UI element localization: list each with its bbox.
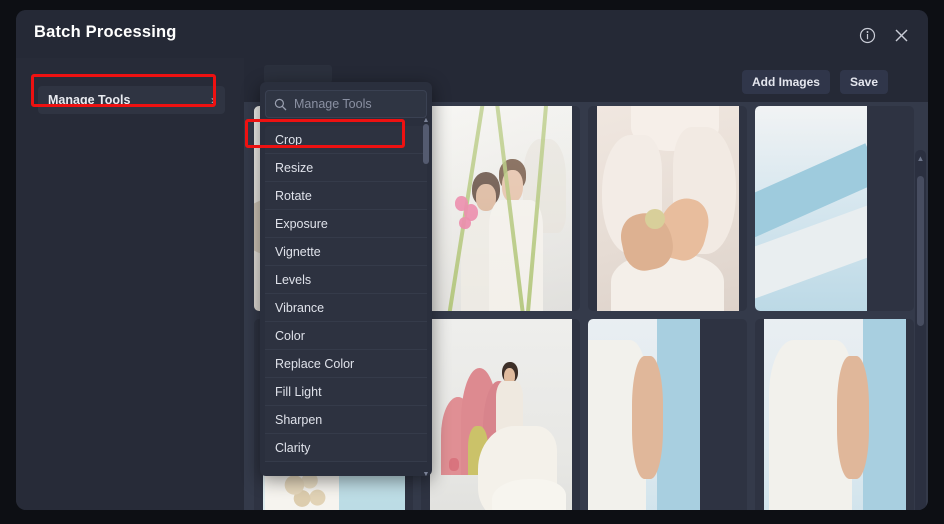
tool-item-resize[interactable]: Resize <box>265 154 427 182</box>
tools-list-scrollbar[interactable]: ▲ ▼ <box>422 117 430 477</box>
grid-item[interactable] <box>755 319 914 510</box>
info-circle-icon[interactable] <box>856 24 878 46</box>
tool-item-vibrance[interactable]: Vibrance <box>265 294 427 322</box>
tool-item-sharpen[interactable]: Sharpen <box>265 406 427 434</box>
tool-item-rotate[interactable]: Rotate <box>265 182 427 210</box>
dialog-titlebar: Batch Processing <box>16 10 928 58</box>
close-x-icon[interactable] <box>890 24 912 46</box>
thumbnail-image <box>588 319 700 510</box>
screen-root: Batch Processing Manage Tools › Add Imag… <box>0 0 944 524</box>
tools-search-row[interactable]: ✕ <box>265 90 432 118</box>
tool-item-color[interactable]: Color <box>265 322 427 350</box>
manage-tools-label: Manage Tools <box>48 93 131 107</box>
dialog-body: Manage Tools › Add Images Save ▲ <box>16 58 928 510</box>
save-button[interactable]: Save <box>839 70 888 94</box>
scroll-up-icon[interactable]: ▲ <box>915 152 926 164</box>
grid-item[interactable] <box>421 106 580 311</box>
tool-item-vignette[interactable]: Vignette <box>265 238 427 266</box>
tool-item-exposure[interactable]: Exposure <box>265 210 427 238</box>
tools-scrollbar-thumb[interactable] <box>423 124 429 164</box>
thumbnail-image <box>755 106 867 311</box>
manage-tools-button[interactable]: Manage Tools › <box>38 86 225 114</box>
search-icon <box>274 98 287 111</box>
thumbnail-image <box>596 106 739 311</box>
image-grid-scrollbar[interactable]: ▲ ▼ <box>915 150 926 510</box>
grid-item[interactable] <box>588 106 747 311</box>
tools-list: Crop Resize Rotate Exposure Vignette Lev… <box>265 126 427 468</box>
obscured-tab-placeholder <box>264 65 332 83</box>
left-sidebar: Manage Tools › <box>16 58 244 510</box>
grid-item[interactable] <box>588 319 747 510</box>
tool-item-fill-light[interactable]: Fill Light <box>265 378 427 406</box>
tools-search-input[interactable] <box>294 97 432 111</box>
chevron-right-icon: › <box>211 93 215 107</box>
tool-item-replace-color[interactable]: Replace Color <box>265 350 427 378</box>
dialog-title: Batch Processing <box>34 23 177 41</box>
thumbnail-image <box>763 319 906 510</box>
grid-item[interactable] <box>421 319 580 510</box>
manage-tools-dropdown: ✕ Crop Resize Rotate Exposure Vignette L… <box>260 82 432 476</box>
titlebar-icons <box>856 24 912 46</box>
tool-item-clarity[interactable]: Clarity <box>265 434 427 462</box>
toolbar-actions: Add Images Save <box>741 70 888 94</box>
tool-item-levels[interactable]: Levels <box>265 266 427 294</box>
tools-scroll-down-icon[interactable]: ▼ <box>422 469 430 477</box>
scrollbar-thumb[interactable] <box>917 176 924 326</box>
thumbnail-image <box>429 106 572 311</box>
grid-item[interactable] <box>755 106 914 311</box>
tool-item-crop[interactable]: Crop <box>265 126 427 154</box>
batch-processing-dialog: Batch Processing Manage Tools › Add Imag… <box>16 10 928 510</box>
thumbnail-image <box>429 319 572 510</box>
add-images-button[interactable]: Add Images <box>741 70 830 94</box>
